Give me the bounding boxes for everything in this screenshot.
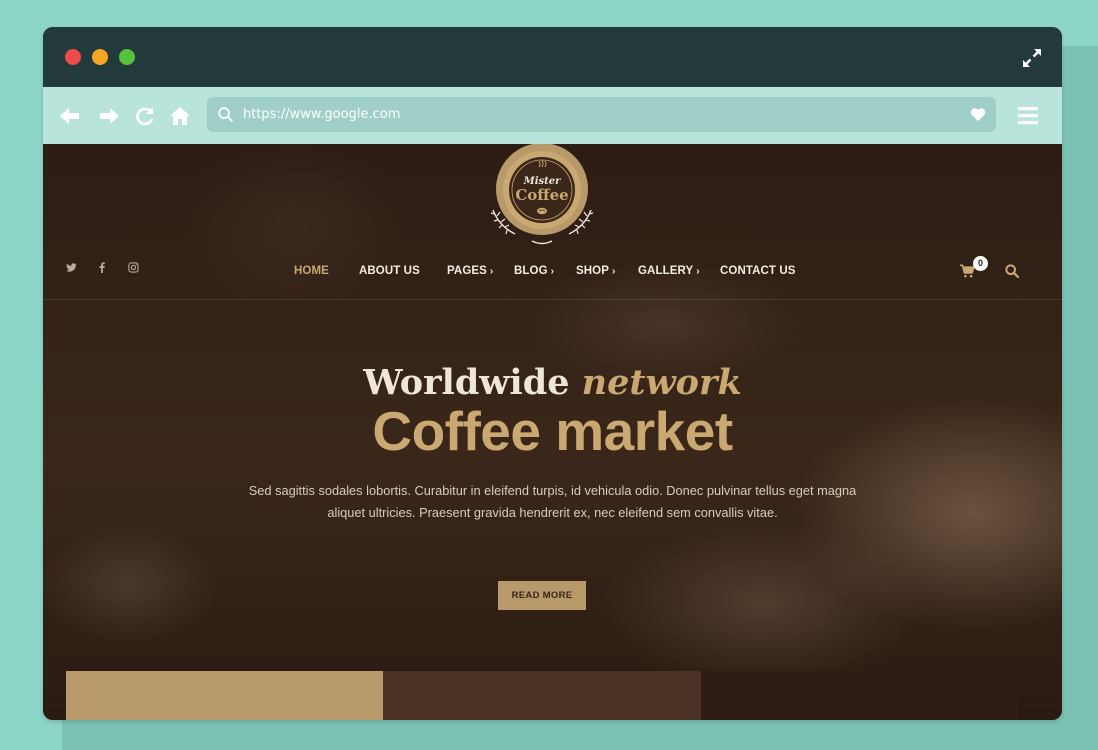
- heart-icon[interactable]: [970, 107, 986, 122]
- close-window-button[interactable]: [65, 49, 81, 65]
- nav-item-label: PAGES: [447, 265, 487, 277]
- headline-main: Worldwide: [363, 362, 582, 403]
- feature-panel-1: [66, 671, 383, 720]
- facebook-icon[interactable]: [98, 262, 106, 273]
- twitter-icon[interactable]: [66, 262, 77, 273]
- browser-toolbar: https://www.google.com: [43, 87, 1062, 144]
- hero-lead-text: Sed sagittis sodales lobortis. Curabitur…: [248, 483, 857, 520]
- headline-accent: network: [581, 362, 742, 403]
- title-bar: [43, 27, 1062, 87]
- chevron-right-icon: ›: [489, 266, 494, 277]
- nav-item-gallery[interactable]: GALLERY ›: [638, 265, 700, 277]
- nav-item-label: HOME: [294, 265, 329, 277]
- nav-item-label: GALLERY: [638, 265, 694, 277]
- site-logo[interactable]: Mister Coffee: [485, 144, 599, 250]
- nav-item-pages[interactable]: PAGES ›: [447, 265, 493, 277]
- reload-icon[interactable]: [133, 104, 157, 128]
- nav-item-label: ABOUT US: [359, 265, 420, 277]
- chevron-right-icon: ›: [550, 266, 555, 277]
- nav-item-home[interactable]: HOME: [294, 265, 329, 277]
- nav-item-blog[interactable]: BLOG ›: [514, 265, 554, 277]
- nav-item-about-us[interactable]: ABOUT US: [359, 265, 420, 277]
- chevron-right-icon: ›: [696, 266, 700, 277]
- hamburger-menu-icon[interactable]: [1017, 105, 1039, 126]
- home-icon[interactable]: [168, 104, 192, 128]
- maximize-window-button[interactable]: [119, 49, 135, 65]
- nav-item-label: CONTACT US: [720, 265, 796, 277]
- nav-item-label: BLOG: [514, 265, 548, 277]
- feature-panel-2: [383, 671, 701, 720]
- url-text: https://www.google.com: [243, 107, 401, 122]
- search-icon: [218, 107, 233, 122]
- nav-divider: [43, 299, 1062, 300]
- nav-item-contact-us[interactable]: CONTACT US: [720, 265, 796, 277]
- hero-title: Coffee market: [372, 400, 733, 462]
- feature-panel-3: [701, 671, 1018, 720]
- cart-count-badge: 0: [973, 256, 988, 271]
- address-bar[interactable]: https://www.google.com: [207, 97, 996, 132]
- expand-icon[interactable]: [1020, 46, 1044, 70]
- chevron-right-icon: ›: [612, 266, 616, 277]
- nav-item-label: SHOP: [576, 265, 609, 277]
- forward-arrow-icon[interactable]: [97, 104, 121, 128]
- read-more-button[interactable]: READ MORE: [498, 581, 586, 610]
- browser-window: https://www.google.com Mister Coffee HOM…: [43, 27, 1062, 720]
- back-arrow-icon[interactable]: [58, 104, 82, 128]
- hero-headline: Worldwide network: [43, 362, 1062, 403]
- logo-line2: Coffee: [515, 186, 568, 204]
- instagram-icon[interactable]: [128, 262, 139, 273]
- hero-section: Mister Coffee HOME ABOUT US PAGES › BLOG ›: [43, 144, 1062, 720]
- minimize-window-button[interactable]: [92, 49, 108, 65]
- nav-item-shop[interactable]: SHOP ›: [576, 265, 615, 277]
- search-icon[interactable]: [1004, 263, 1020, 279]
